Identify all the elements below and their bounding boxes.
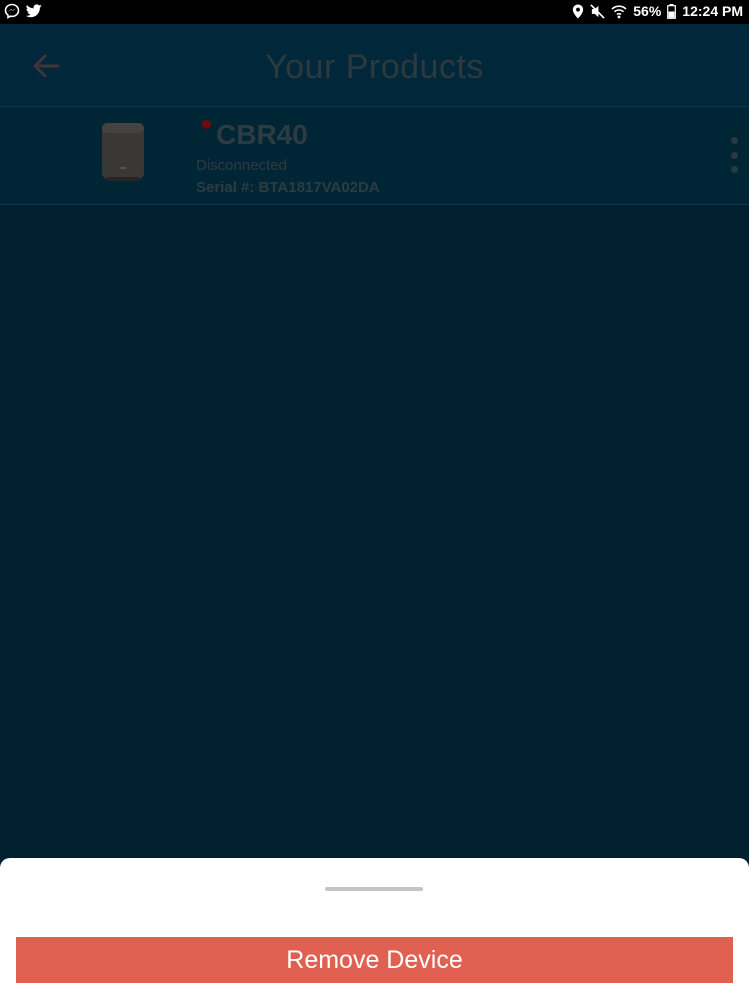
router-image: [100, 121, 146, 183]
screen: 56% 12:24 PM Your Products CBR40 Disconn…: [0, 0, 749, 999]
drag-handle[interactable]: [325, 887, 423, 891]
battery-icon: [667, 3, 677, 19]
wifi-icon: [611, 4, 627, 19]
app-content: Your Products CBR40 Disconnected Serial …: [0, 24, 749, 999]
more-options-button[interactable]: [725, 137, 743, 173]
mute-icon: [590, 3, 605, 19]
more-vertical-icon-dot: [730, 151, 738, 159]
status-bar: 56% 12:24 PM: [0, 0, 749, 24]
page-title: Your Products: [265, 48, 484, 86]
status-right: 56% 12:24 PM: [572, 3, 743, 19]
location-icon: [572, 3, 584, 19]
more-vertical-icon: [730, 137, 738, 144]
status-left: [4, 3, 42, 19]
product-status: Disconnected: [196, 157, 287, 174]
app-header: Your Products: [0, 24, 749, 107]
status-dot: [202, 120, 211, 129]
product-row[interactable]: CBR40 Disconnected Serial #: BTA1817VA02…: [0, 107, 749, 205]
product-serial: Serial #: BTA1817VA02DA: [196, 179, 380, 196]
clock: 12:24 PM: [682, 3, 743, 19]
remove-device-button[interactable]: Remove Device: [16, 937, 733, 983]
battery-percent: 56%: [633, 3, 662, 19]
product-name: CBR40: [216, 119, 308, 150]
more-vertical-icon-dot: [730, 166, 738, 173]
twitter-icon: [26, 4, 42, 18]
messenger-icon: [4, 3, 20, 19]
bottom-sheet: Remove Device: [0, 858, 749, 999]
